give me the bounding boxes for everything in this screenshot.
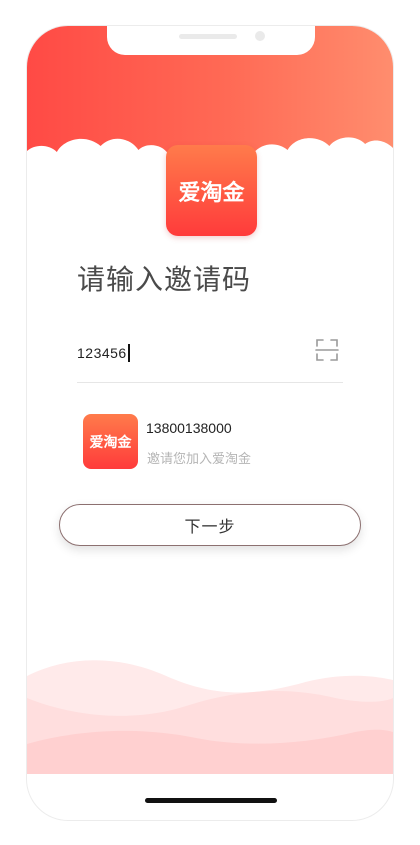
app-logo: 爱淘金 (166, 145, 257, 236)
wave-decoration (27, 660, 393, 774)
inviter-phone: 13800138000 (146, 420, 232, 436)
inviter-message: 邀请您加入爱淘金 (147, 452, 252, 467)
next-button-label: 下一步 (184, 517, 236, 536)
inviter-avatar-text: 爱淘金 (89, 434, 132, 451)
invite-code-value: 123456 (77, 345, 127, 361)
front-camera (255, 31, 265, 41)
invite-code-input[interactable]: 123456 (77, 344, 130, 362)
text-caret (127, 344, 130, 362)
app-logo-text: 爱淘金 (178, 180, 245, 206)
page-title: 请输入邀请码 (77, 263, 252, 296)
inviter-card: 爱淘金 13800138000 邀请您加入爱淘金 (83, 414, 343, 470)
device-notch (107, 26, 315, 55)
home-indicator (145, 798, 277, 803)
inviter-avatar: 爱淘金 (83, 414, 138, 469)
speaker-grille (179, 34, 237, 39)
invite-code-field[interactable]: 123456 (77, 332, 343, 383)
scan-icon[interactable] (315, 338, 339, 362)
phone-frame: 爱淘金 请输入邀请码 123456 爱淘金 13800138000 邀请您加入爱… (26, 25, 394, 821)
next-button[interactable]: 下一步 (59, 504, 361, 546)
